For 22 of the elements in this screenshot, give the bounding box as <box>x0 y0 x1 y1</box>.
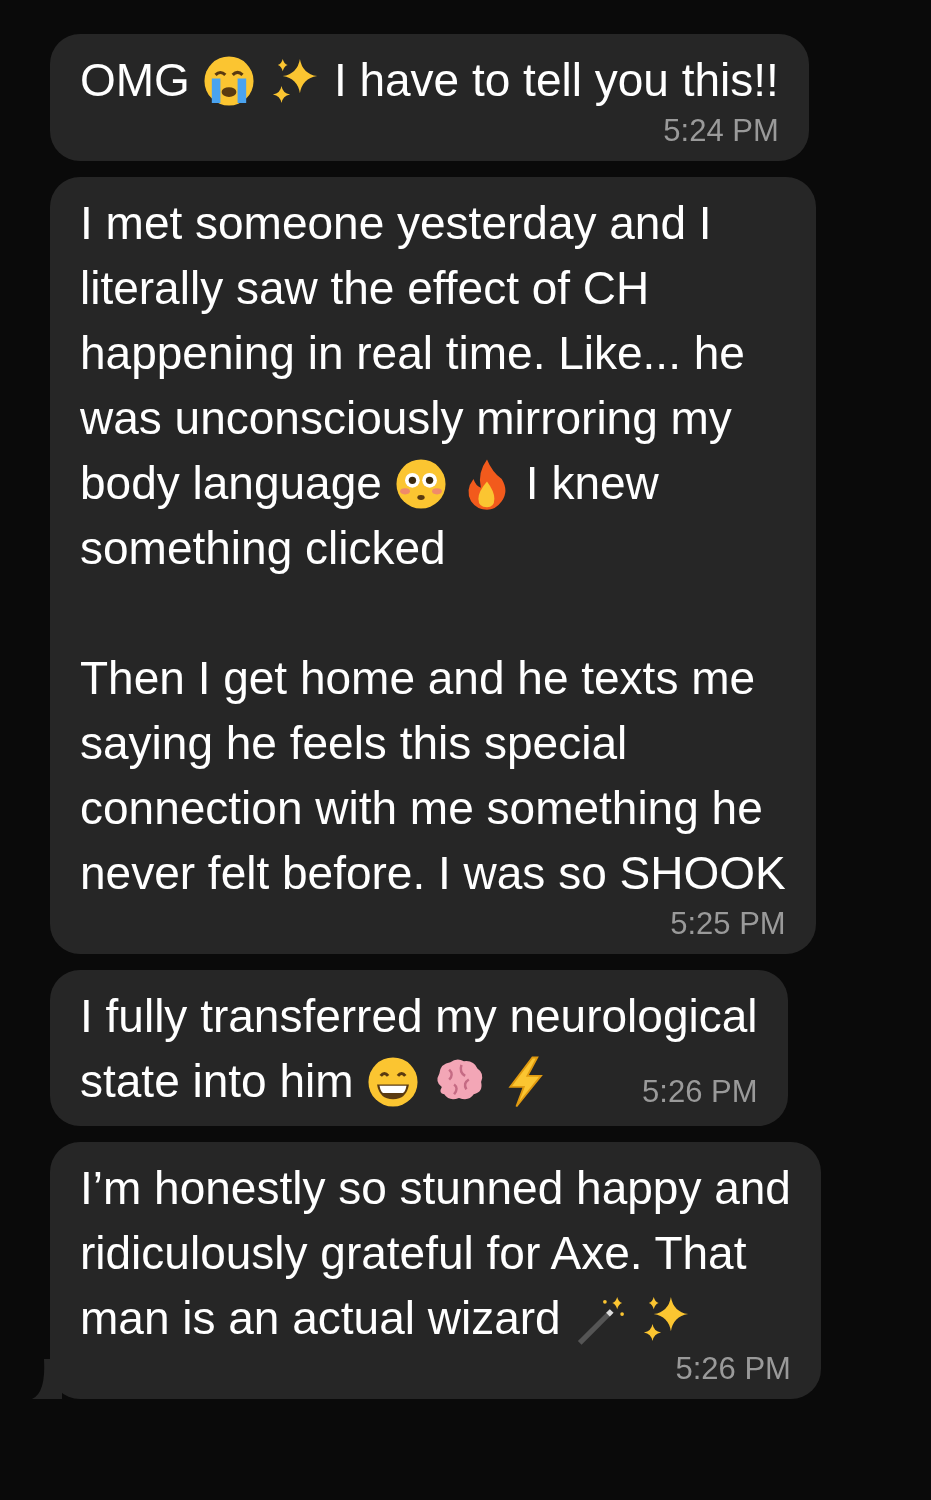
message-text: I knew <box>525 456 659 511</box>
message-time: 5:24 PM <box>663 113 779 149</box>
message-text: was unconsciously mirroring my <box>80 391 732 446</box>
message-text: Then I get home and he texts me <box>80 651 756 706</box>
message-text: man is an actual wizard <box>80 1291 561 1346</box>
message-text: I fully transferred my neurological <box>80 989 758 1044</box>
message-text: saying he feels this special <box>80 716 628 771</box>
message-text: I met someone yesterday and I <box>80 196 712 251</box>
message-text: state into him <box>80 1054 354 1109</box>
message-text: literally saw the effect of CH <box>80 261 650 316</box>
message-text: I’m honestly so stunned happy and <box>80 1161 791 1216</box>
message-text: I have to tell you this!! <box>333 53 779 108</box>
message-text: OMG <box>80 53 190 108</box>
message-text: something clicked <box>80 521 446 576</box>
message-text: connection with me something he <box>80 781 763 836</box>
message-text: body language <box>80 456 382 511</box>
message-text: never felt before. I was so SHOOK <box>80 846 786 901</box>
message-time: 5:25 PM <box>670 906 786 942</box>
message-text: ridiculously grateful for Axe. That <box>80 1226 747 1281</box>
message-time: 5:26 PM <box>642 1074 758 1110</box>
message-text: happening in real time. Like... he <box>80 326 745 381</box>
message-time: 5:26 PM <box>675 1351 791 1387</box>
